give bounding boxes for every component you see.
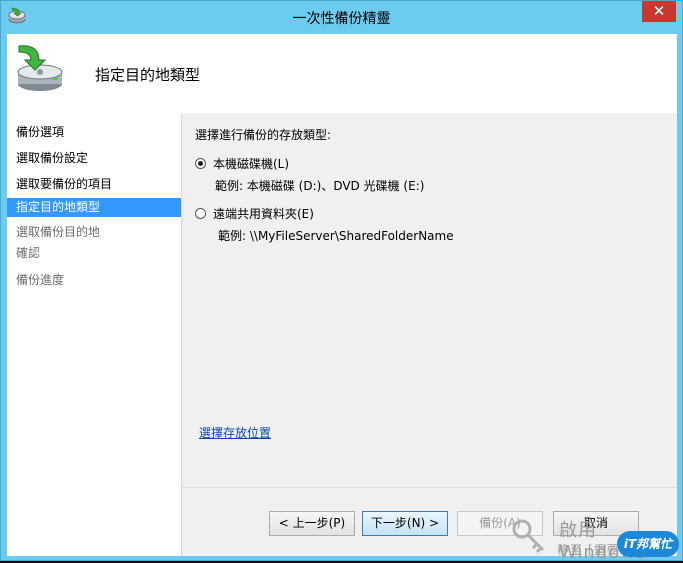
local-drive-option[interactable]: 本機磁碟機(L) <box>195 155 289 171</box>
nav-step-backup-destination: 選取備份目的地 <box>16 225 101 239</box>
close-button[interactable]: ✕ <box>642 1 676 22</box>
wizard-content: 選擇進行備份的存放類型: 本機磁碟機(L) 範例: 本機磁碟 (D:)、DVD … <box>182 113 677 556</box>
cancel-button[interactable]: 取消 <box>553 511 639 536</box>
choose-storage-location-link[interactable]: 選擇存放位置 <box>199 424 271 441</box>
remote-share-radio[interactable] <box>195 207 206 219</box>
nav-step-confirmation: 確認 <box>16 246 41 260</box>
remote-share-option[interactable]: 遠端共用資料夾(E) <box>195 205 314 221</box>
wizard-header: 指定目的地類型 <box>7 34 677 113</box>
backup-drive-icon <box>17 45 63 91</box>
remote-share-label[interactable]: 遠端共用資料夾(E) <box>213 205 314 222</box>
title-bar[interactable]: 一次性備份精靈 ✕ <box>1 1 682 33</box>
wizard-client-area: 指定目的地類型 備份選項 選取備份設定 選取要備份的項目 指定目的地類型 選取備… <box>7 34 677 556</box>
nav-step-select-backup-config: 選取備份設定 <box>16 151 89 165</box>
window-title: 一次性備份精靈 <box>292 11 391 27</box>
destination-type-prompt: 選擇進行備份的存放類型: <box>195 128 332 142</box>
local-drive-label[interactable]: 本機磁碟機(L) <box>213 155 289 172</box>
page-title: 指定目的地類型 <box>95 66 201 84</box>
nav-step-backup-progress: 備份進度 <box>16 273 65 287</box>
nav-step-select-items: 選取要備份的項目 <box>16 177 113 191</box>
wizard-steps-nav: 備份選項 選取備份設定 選取要備份的項目 指定目的地類型 選取備份目的地 確認 … <box>7 113 182 556</box>
next-button[interactable]: 下一步(N) > <box>362 511 448 536</box>
local-drive-radio[interactable] <box>195 157 206 169</box>
footer-divider <box>182 487 677 488</box>
nav-step-backup-options: 備份選項 <box>16 125 65 139</box>
wizard-window: 一次性備份精靈 ✕ 指定目的地類型 備份選項 選取備份設定 選取要備份的項目 指… <box>0 0 683 563</box>
nav-step-destination-type: 指定目的地類型 <box>7 198 181 217</box>
local-drive-example: 範例: 本機磁碟 (D:)、DVD 光碟機 (E:) <box>215 179 425 193</box>
remote-share-example: 範例: \\MyFileServer\SharedFolderName <box>218 229 454 243</box>
backup-button: 備份(A) <box>457 511 543 536</box>
previous-button[interactable]: < 上一步(P) <box>269 511 355 536</box>
